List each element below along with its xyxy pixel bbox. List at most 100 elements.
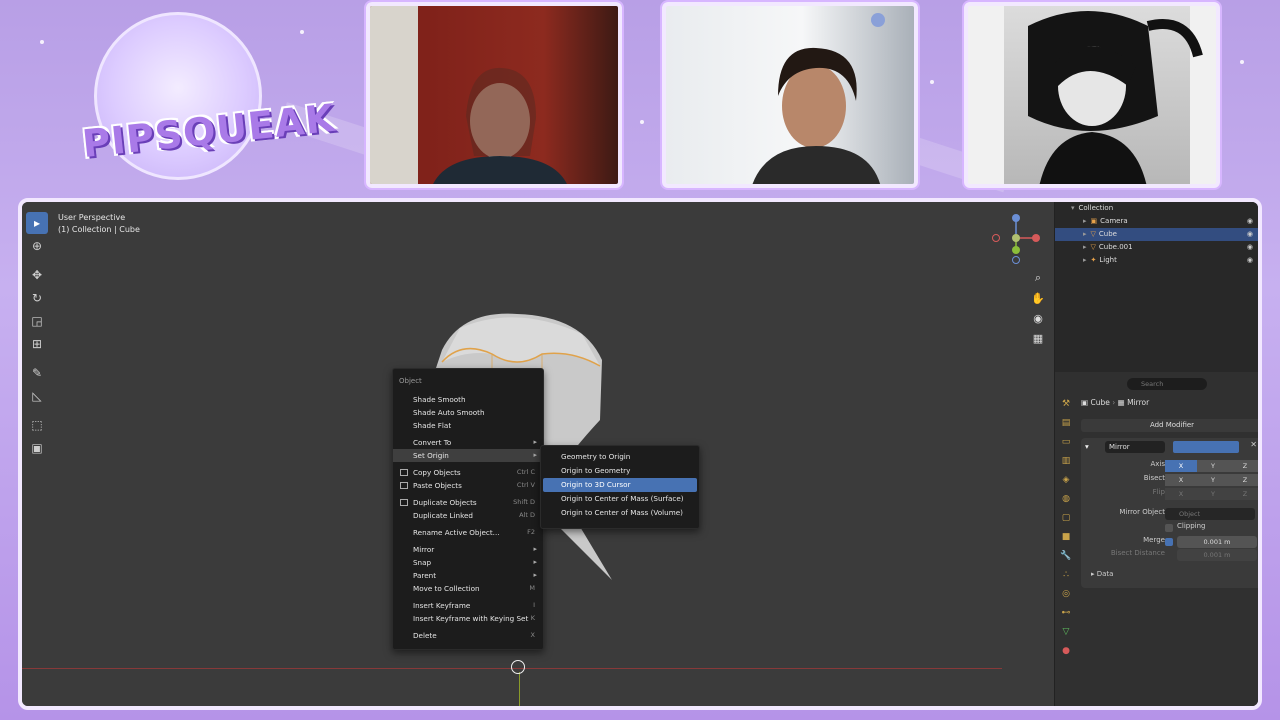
sparkle (930, 80, 934, 84)
visibility-eye-icon[interactable]: ◉ (1247, 228, 1253, 241)
visibility-eye-icon[interactable]: ◉ (1247, 241, 1253, 254)
menu-item-copy-objects[interactable]: Copy Objects Ctrl C (393, 466, 543, 479)
flip-x-toggle[interactable]: X (1165, 488, 1197, 500)
render-camera-icon[interactable]: ▪ (1260, 241, 1262, 254)
active-collection-line: (1) Collection | Cube (58, 225, 140, 234)
collapse-arrow-icon[interactable]: ▾ (1071, 204, 1075, 212)
data-subpanel-header[interactable]: ▸ Data (1091, 570, 1113, 582)
menu-item-parent[interactable]: Parent ▸ (393, 569, 543, 582)
3d-viewport[interactable]: User Perspective (1) Collection | Cube ▸… (22, 202, 1054, 706)
visibility-eye-icon[interactable]: ◉ (1247, 215, 1253, 228)
menu-item-duplicate-objects[interactable]: Duplicate Objects Shift D (393, 496, 543, 509)
menu-item-insert-keyframe-keying-set[interactable]: Insert Keyframe with Keying Set K (393, 612, 543, 625)
bisect-distance-field[interactable]: 0.001 m (1177, 549, 1257, 561)
render-camera-icon[interactable]: ▪ (1260, 215, 1262, 228)
rotate-tool-icon[interactable]: ↻ (26, 287, 48, 309)
modifier-name-field[interactable]: Mirror (1105, 441, 1165, 453)
camera-view-icon[interactable]: ◉ (1028, 308, 1048, 328)
expand-arrow-icon[interactable]: ▸ (1083, 243, 1087, 251)
modifier-wrench-icon[interactable]: 🔧 (1055, 546, 1077, 565)
visibility-eye-icon[interactable]: ◉ (1247, 254, 1253, 267)
properties-tabs: ⚒ ▤ ▭ ▥ ◈ ◍ ▢ ■ 🔧 ∴ ◎ ⊷ ▽ ● (1055, 394, 1077, 660)
submenu-origin-to-3d-cursor[interactable]: Origin to 3D Cursor (543, 478, 697, 492)
bisect-x-toggle[interactable]: X (1165, 474, 1197, 486)
expand-arrow-icon[interactable]: ▸ (1083, 230, 1087, 238)
render-tab-icon[interactable]: ▤ (1055, 413, 1077, 432)
data-tab-icon[interactable]: ▽ (1055, 622, 1077, 641)
menu-item-duplicate-linked[interactable]: Duplicate Linked Alt D (393, 509, 543, 522)
merge-distance-field[interactable]: 0.001 m (1177, 536, 1257, 548)
select-tool-icon[interactable]: ▸ (26, 212, 48, 234)
world-tab-icon[interactable]: ◍ (1055, 489, 1077, 508)
scene-tab-icon[interactable]: ◈ (1055, 470, 1077, 489)
bisect-y-toggle[interactable]: Y (1197, 474, 1229, 486)
3d-cursor[interactable] (511, 660, 525, 674)
perspective-grid-icon[interactable]: ▦ (1028, 328, 1048, 348)
menu-item-rename[interactable]: Rename Active Object... F2 (393, 526, 543, 539)
move-tool-icon[interactable]: ✥ (26, 264, 48, 286)
outliner-row-light[interactable]: ▸✦Light ◉▪ (1055, 254, 1262, 267)
menu-item-move-to-collection[interactable]: Move to Collection M (393, 582, 543, 595)
physics-tab-icon[interactable]: ◎ (1055, 584, 1077, 603)
transform-tool-icon[interactable]: ⊞ (26, 333, 48, 355)
sparkle (640, 120, 644, 124)
render-camera-icon[interactable]: ▪ (1260, 254, 1262, 267)
checkbox-icon[interactable]: ☑ (1259, 202, 1262, 215)
menu-item-insert-keyframe[interactable]: Insert Keyframe I (393, 599, 543, 612)
scale-tool-icon[interactable]: ◲ (26, 310, 48, 332)
flip-z-toggle[interactable]: Z (1229, 488, 1258, 500)
outliner-row-collection[interactable]: ▾Collection ☑ (1055, 202, 1262, 215)
expand-arrow-icon[interactable]: ▸ (1083, 256, 1087, 264)
object-tab-icon[interactable]: ■ (1055, 527, 1077, 546)
sparkle (40, 40, 44, 44)
cursor-tool-icon[interactable]: ⊕ (26, 235, 48, 257)
merge-checkbox[interactable] (1165, 538, 1173, 546)
menu-item-convert-to[interactable]: Convert To ▸ (393, 436, 543, 449)
bisect-z-toggle[interactable]: Z (1229, 474, 1258, 486)
modifier-toggle-icons[interactable] (1173, 441, 1239, 453)
render-camera-icon[interactable]: ▪ (1260, 228, 1262, 241)
add-cube-tool-icon[interactable]: ⬚ (26, 414, 48, 436)
menu-item-shade-flat[interactable]: Shade Flat (393, 419, 543, 432)
constraints-tab-icon[interactable]: ⊷ (1055, 603, 1077, 622)
outliner-row-cube[interactable]: ▸▽Cube ◉▪ (1055, 228, 1262, 241)
axis-x-toggle[interactable]: X (1165, 460, 1197, 472)
collection-tab-icon[interactable]: ▢ (1055, 508, 1077, 527)
menu-item-set-origin[interactable]: Set Origin ▸ (393, 449, 543, 462)
pan-hand-icon[interactable]: ✋ (1028, 288, 1048, 308)
tool-tab-icon[interactable]: ⚒ (1055, 394, 1077, 413)
view-layer-tab-icon[interactable]: ▥ (1055, 451, 1077, 470)
axis-y-toggle[interactable]: Y (1197, 460, 1229, 472)
menu-item-shade-smooth[interactable]: Shade Smooth (393, 393, 543, 406)
menu-item-shade-auto-smooth[interactable]: Shade Auto Smooth (393, 406, 543, 419)
close-icon[interactable]: ✕ (1250, 440, 1257, 449)
outliner-row-cube-001[interactable]: ▸▽Cube.001 ◉▪ (1055, 241, 1262, 254)
axis-z-toggle[interactable]: Z (1229, 460, 1258, 472)
navigation-gizmo[interactable] (990, 210, 1046, 266)
collapse-arrow-icon[interactable]: ▾ (1085, 442, 1089, 451)
submenu-origin-to-geometry[interactable]: Origin to Geometry (541, 464, 699, 478)
sparkle (1240, 60, 1244, 64)
flip-y-toggle[interactable]: Y (1197, 488, 1229, 500)
mirror-object-field[interactable]: Object (1165, 508, 1255, 520)
outliner-row-camera[interactable]: ▸▣Camera ◉▪ (1055, 215, 1262, 228)
menu-item-snap[interactable]: Snap ▸ (393, 556, 543, 569)
submenu-geometry-to-origin[interactable]: Geometry to Origin (541, 450, 699, 464)
particles-tab-icon[interactable]: ∴ (1055, 565, 1077, 584)
sparkle (300, 30, 304, 34)
output-tab-icon[interactable]: ▭ (1055, 432, 1077, 451)
submenu-origin-center-mass-volume[interactable]: Origin to Center of Mass (Volume) (541, 506, 699, 520)
measure-tool-icon[interactable]: ◺ (26, 385, 48, 407)
menu-item-mirror[interactable]: Mirror ▸ (393, 543, 543, 556)
menu-item-delete[interactable]: Delete X (393, 629, 543, 642)
material-tab-icon[interactable]: ● (1055, 641, 1077, 660)
submenu-origin-center-mass-surface[interactable]: Origin to Center of Mass (Surface) (541, 492, 699, 506)
annotate-tool-icon[interactable]: ✎ (26, 362, 48, 384)
properties-search[interactable]: Search (1127, 378, 1207, 390)
expand-arrow-icon[interactable]: ▸ (1083, 217, 1087, 225)
clipping-checkbox[interactable] (1165, 524, 1173, 532)
zoom-icon[interactable]: ⌕ (1028, 268, 1048, 288)
add-object-tool-icon[interactable]: ▣ (26, 437, 48, 459)
add-modifier-button[interactable]: Add Modifier (1081, 419, 1258, 432)
menu-item-paste-objects[interactable]: Paste Objects Ctrl V (393, 479, 543, 492)
